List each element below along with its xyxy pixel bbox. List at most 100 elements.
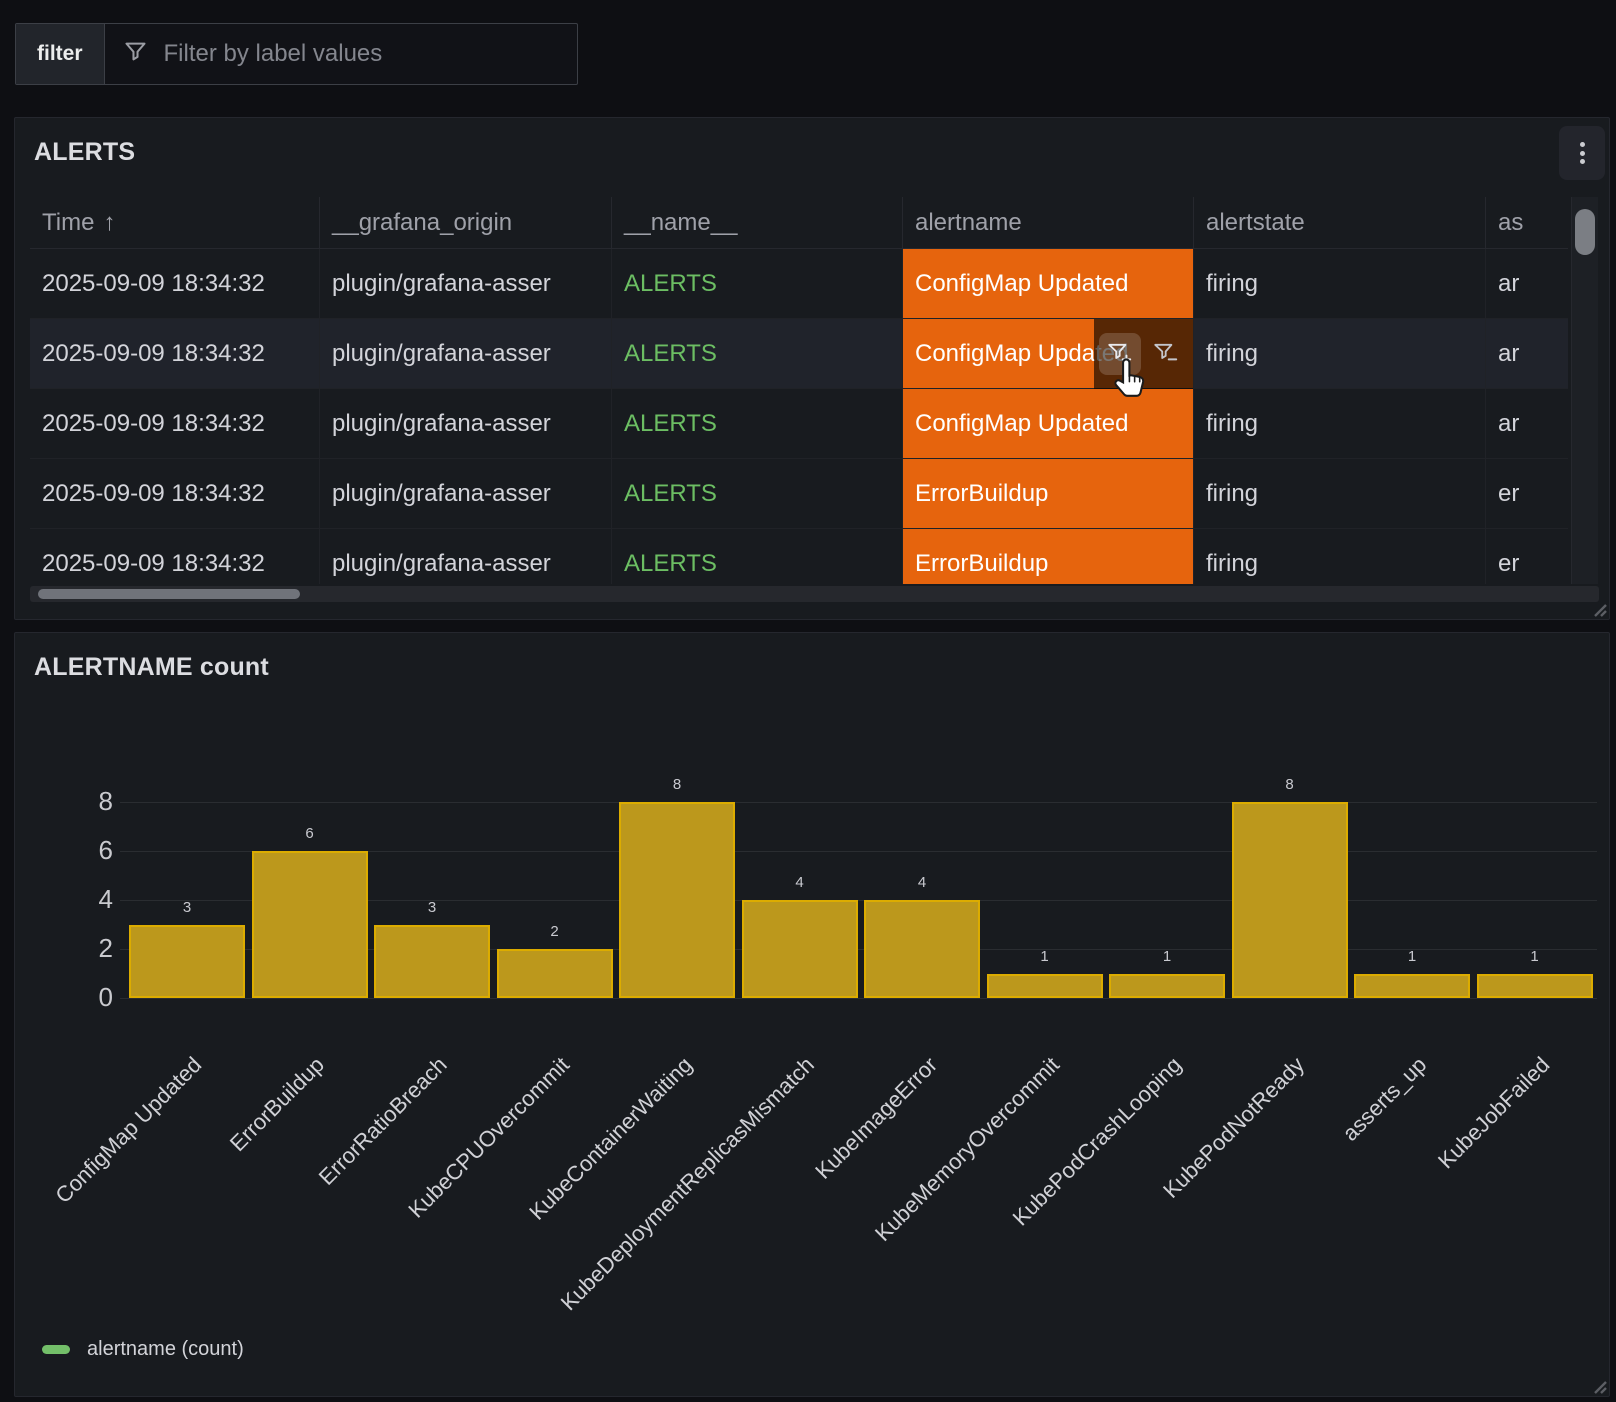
cell-filter-actions [1094, 319, 1193, 389]
cell-text: er [1498, 480, 1519, 508]
alerts-panel: ALERTS Time↑ __grafana_origin __name__ aler… [14, 117, 1610, 620]
cell-extra: er [1486, 529, 1568, 584]
cell-text: plugin/grafana-asser [332, 480, 551, 508]
table-header-row: Time↑ __grafana_origin __name__ alertname al… [30, 197, 1568, 249]
filter-value-input[interactable]: Filter by label values [105, 24, 577, 84]
cell-text: 2025-09-09 18:34:32 [42, 410, 265, 438]
cell-name: ALERTS [612, 389, 903, 459]
cell-alertstate: firing [1194, 389, 1486, 459]
cell-alertstate: firing [1194, 249, 1486, 319]
bar-value-label: 2 [497, 923, 613, 940]
horizontal-scrollbar-thumb[interactable] [38, 589, 300, 599]
y-axis-tick-label: 2 [35, 933, 113, 964]
filter-placeholder: Filter by label values [164, 40, 383, 68]
cell-alertname[interactable]: ConfigMap Updated [903, 389, 1194, 459]
cell-text: firing [1206, 340, 1258, 368]
cell-origin: plugin/grafana-asser [320, 249, 612, 319]
bar-ErrorRatioBreach [374, 925, 490, 999]
bar-value-label: 4 [864, 874, 980, 891]
panel-resize-handle[interactable] [1591, 601, 1607, 617]
cell-name: ALERTS [612, 249, 903, 319]
bar-KubePodNotReady [1232, 802, 1348, 998]
cell-alertname[interactable]: ErrorBuildup [903, 459, 1194, 529]
horizontal-scrollbar[interactable] [30, 586, 1599, 602]
cell-alertstate: firing [1194, 459, 1486, 529]
cell-alertname[interactable]: ConfigMap Updated [903, 249, 1194, 319]
legend-series-marker [42, 1345, 70, 1354]
column-header-name[interactable]: __name__ [612, 197, 903, 249]
bar-value-label: 1 [1354, 948, 1470, 965]
alerts-table: Time↑ __grafana_origin __name__ alertname al… [30, 197, 1568, 584]
column-header-label: __grafana_origin [332, 209, 512, 237]
cell-text: ALERTS [624, 550, 717, 578]
cell-alertname[interactable]: ErrorBuildup [903, 529, 1194, 584]
bar-value-label: 1 [1109, 948, 1225, 965]
cell-origin: plugin/grafana-asser [320, 529, 612, 584]
cell-alertname[interactable]: ConfigMap Updated [903, 319, 1194, 389]
cell-origin: plugin/grafana-asser [320, 459, 612, 529]
gridline-y-8 [120, 802, 1597, 803]
column-header-label: alertname [915, 209, 1022, 237]
vertical-scrollbar[interactable] [1571, 197, 1598, 584]
cell-text: 2025-09-09 18:34:32 [42, 270, 265, 298]
cell-text: ConfigMap Updated [915, 410, 1128, 438]
cell-text: plugin/grafana-asser [332, 270, 551, 298]
bar-value-label: 6 [252, 825, 368, 842]
cell-text: 2025-09-09 18:34:32 [42, 550, 265, 578]
cell-text: firing [1206, 480, 1258, 508]
panel-menu-kebab-icon[interactable] [1559, 126, 1605, 180]
cell-text: ar [1498, 340, 1519, 368]
table-row: 2025-09-09 18:34:32plugin/grafana-asserA… [30, 319, 1568, 389]
x-axis-category-label: ErrorRatioBreach [314, 1052, 453, 1191]
cell-name: ALERTS [612, 459, 903, 529]
legend-series-label: alertname (count) [87, 1338, 244, 1361]
bar-KubeImageError [864, 900, 980, 998]
bar-KubeJobFailed [1477, 974, 1593, 999]
column-header-label: __name__ [624, 209, 737, 237]
cell-time: 2025-09-09 18:34:32 [30, 389, 320, 459]
panel-resize-handle[interactable] [1591, 1378, 1607, 1394]
cell-text: firing [1206, 410, 1258, 438]
cell-origin: plugin/grafana-asser [320, 389, 612, 459]
cell-text: 2025-09-09 18:34:32 [42, 480, 265, 508]
bar-value-label: 3 [129, 899, 245, 916]
column-header-origin[interactable]: __grafana_origin [320, 197, 612, 249]
bar-KubeContainerWaiting [619, 802, 735, 998]
x-axis-category-label: ErrorBuildup [225, 1052, 330, 1157]
alerts-panel-title: ALERTS [34, 138, 135, 167]
y-axis-tick-label: 0 [35, 982, 113, 1013]
filter-key-label: filter [16, 24, 105, 84]
cell-text: plugin/grafana-asser [332, 340, 551, 368]
column-header-alertname[interactable]: alertname [903, 197, 1194, 249]
bar-KubePodCrashLooping [1109, 974, 1225, 999]
filter-out-value-button[interactable] [1145, 333, 1187, 375]
bar-value-label: 8 [1232, 776, 1348, 793]
table-row: 2025-09-09 18:34:32 plugin/grafana-asser A… [30, 389, 1568, 459]
x-axis-category-label: KubeDeploymentReplicasMismatch [556, 1052, 820, 1316]
y-axis-tick-label: 8 [35, 786, 113, 817]
cell-extra: ar [1486, 389, 1568, 459]
bar-value-label: 1 [987, 948, 1103, 965]
cell-text: ar [1498, 270, 1519, 298]
cell-text: plugin/grafana-asser [332, 410, 551, 438]
sort-ascending-icon: ↑ [103, 209, 115, 237]
bar-ConfigMap Updated [129, 925, 245, 999]
y-axis-tick-label: 4 [35, 884, 113, 915]
bar-KubeDeploymentReplicasMismatch [742, 900, 858, 998]
cell-text: ar [1498, 410, 1519, 438]
filter-for-value-button[interactable] [1099, 333, 1141, 375]
cell-text: ALERTS [624, 340, 717, 368]
vertical-scrollbar-thumb[interactable] [1575, 209, 1595, 255]
column-header-extra[interactable]: as [1486, 197, 1568, 249]
cell-time: 2025-09-09 18:34:32 [30, 249, 320, 319]
column-header-label: as [1498, 209, 1523, 237]
table-row: 2025-09-09 18:34:32 plugin/grafana-asser A… [30, 249, 1568, 319]
table-row: 2025-09-09 18:34:32 plugin/grafana-asser A… [30, 459, 1568, 529]
cell-text: firing [1206, 550, 1258, 578]
legend-item[interactable]: alertname (count) [42, 1338, 244, 1361]
column-header-time[interactable]: Time↑ [30, 197, 320, 249]
cell-text: ALERTS [624, 270, 717, 298]
column-header-alertstate[interactable]: alertstate [1194, 197, 1486, 249]
bar-value-label: 4 [742, 874, 858, 891]
cell-text: plugin/grafana-asser [332, 550, 551, 578]
